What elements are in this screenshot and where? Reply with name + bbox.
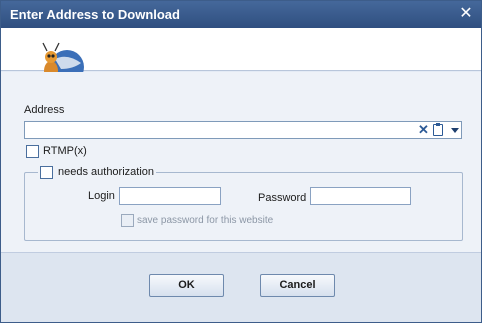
password-input[interactable]: [311, 188, 410, 204]
cancel-button[interactable]: Cancel: [260, 274, 335, 297]
button-bar: [1, 252, 481, 322]
needs-authorization-checkbox[interactable]: [40, 166, 53, 179]
save-password-label: save password for this website: [137, 215, 274, 226]
rtmp-checkbox[interactable]: [26, 145, 39, 158]
download-dialog: Enter Address to Download ✕ Address ✕ RT…: [0, 0, 482, 323]
save-password-checkbox: [121, 214, 134, 227]
address-input[interactable]: [27, 123, 411, 137]
clear-icon[interactable]: ✕: [418, 122, 430, 138]
address-label: Address: [24, 104, 65, 116]
ok-button[interactable]: OK: [149, 274, 224, 297]
paste-clipboard-icon[interactable]: [433, 123, 443, 136]
login-field[interactable]: [119, 187, 221, 205]
chevron-down-icon[interactable]: [449, 122, 461, 138]
password-field[interactable]: [310, 187, 411, 205]
rtmp-label: RTMP(x): [43, 145, 87, 157]
needs-authorization-label: needs authorization: [58, 166, 155, 178]
password-label: Password: [258, 192, 307, 204]
authorization-group: [24, 172, 463, 241]
title-bar: Enter Address to Download ✕: [1, 1, 481, 28]
login-input[interactable]: [120, 188, 220, 204]
login-label: Login: [88, 190, 115, 202]
address-combobox[interactable]: ✕: [24, 121, 462, 139]
close-icon[interactable]: ✕: [457, 5, 475, 23]
window-title: Enter Address to Download: [10, 7, 180, 22]
